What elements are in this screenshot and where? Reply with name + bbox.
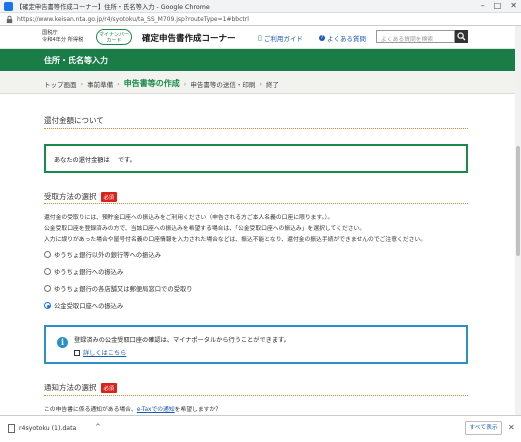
close-download-bar-button[interactable]: ✕	[508, 423, 515, 432]
refund-amount-box: あなたの還付金額は です。	[44, 144, 468, 173]
breadcrumb-step-end: 終了	[265, 80, 279, 89]
radio-button[interactable]	[44, 268, 51, 275]
downloaded-file[interactable]: r4syotoku (1).data	[8, 424, 76, 433]
site-title[interactable]: 確定申告書作成コーナー	[142, 32, 236, 44]
public-account-info-box: i 登録済みの公金受取口座の確認は、マイナポータルから行うことができます。 詳し…	[44, 325, 468, 364]
radio-button[interactable]	[44, 251, 51, 258]
breadcrumb-step-preparation: 事前準備	[87, 80, 114, 89]
breadcrumb-step-create: 申告書等の作成	[123, 79, 180, 88]
notice-method-heading: 通知方法の選択 必須	[44, 382, 118, 393]
mynumber-card-badge: マイナンバー カード	[96, 29, 132, 45]
info-message: 登録済みの公金受取口座の確認は、マイナポータルから行うことができます。	[74, 337, 290, 344]
receipt-description-1: 還付金の受取りには、預貯金口座への振込みをご利用ください（申告される方ご本人名義…	[44, 215, 334, 221]
window-titlebar: 【確定申告書等作成コーナー】住所・氏名等入力 - Google Chrome –…	[0, 0, 521, 13]
page-title-bar: 住所・氏名等入力	[0, 49, 515, 71]
notice-question: この申告書に係る通知がある場合、e-Taxでの通知を希望しますか？	[44, 407, 222, 413]
required-badge: 必須	[100, 191, 118, 202]
agency-label: 国税庁 令和4年分 所得税	[42, 30, 84, 43]
radio-button-selected[interactable]	[44, 302, 51, 309]
receipt-description-2: 公金受取口座を登録済みの方で、当該口座への振込みを希望する場合は、「公金受取口座…	[44, 226, 366, 232]
maximize-button[interactable]: □	[494, 1, 502, 10]
faq-link[interactable]: ? よくある質問	[319, 33, 366, 43]
file-icon	[8, 424, 15, 433]
search-button[interactable]	[455, 30, 468, 43]
minimize-button[interactable]: –	[481, 1, 485, 10]
etax-notice-link[interactable]: e-Taxでの通知	[137, 407, 175, 413]
book-icon: ▯	[258, 34, 262, 42]
main-content: 還付金額について あなたの還付金額は です。 受取方法の選択 必須 還付金の受取…	[0, 95, 515, 415]
breadcrumb: トップ画面 › 事前準備 › 申告書等の作成 › 申告書等の送信・印刷 › 終了	[0, 71, 515, 94]
radio-yucho-transfer[interactable]: ゆうちょ銀行への振込み	[44, 267, 123, 276]
url-text[interactable]: https://www.keisan.nta.go.jp/r4/syotoku/…	[17, 16, 249, 23]
search-icon	[457, 32, 466, 41]
page-title: 住所・氏名等入力	[44, 56, 108, 65]
lock-icon	[6, 15, 13, 24]
receipt-description-3: 入力に誤りがあった場合や屋号付名義の口座情報を入力された場合などは、振込不能とな…	[44, 237, 427, 243]
window-title: 【確定申告書等作成コーナー】住所・氏名等入力 - Google Chrome	[16, 4, 210, 11]
question-icon: ?	[319, 35, 325, 41]
section-divider	[44, 395, 468, 396]
radio-public-account-transfer[interactable]: 公金受取口座への振込み	[44, 301, 123, 310]
radio-button[interactable]	[44, 285, 51, 292]
breadcrumb-step-send-print: 申告書等の送信・印刷	[190, 80, 256, 89]
show-all-button[interactable]: すべて表示	[465, 421, 502, 435]
download-bar: r4syotoku (1).data ^ すべて表示 ✕	[0, 415, 521, 442]
required-badge: 必須	[100, 382, 118, 393]
breadcrumb-separator: ›	[183, 79, 187, 88]
guide-link[interactable]: ▯ ご利用ガイド	[258, 33, 303, 43]
section-divider	[44, 128, 468, 129]
breadcrumb-separator: ›	[117, 79, 120, 88]
site-header: 国税庁 令和4年分 所得税 マイナンバー カード 確定申告書作成コーナー ▯ ご…	[0, 26, 515, 49]
radio-bank-transfer[interactable]: ゆうちょ銀行以外の銀行等への振込み	[44, 250, 161, 259]
breadcrumb-separator: ›	[80, 79, 84, 88]
scrollbar-thumb[interactable]	[516, 146, 520, 256]
refund-heading: 還付金額について	[44, 116, 104, 125]
details-link[interactable]: 詳しくはこちら	[74, 348, 126, 357]
breadcrumb-step-top: トップ画面	[44, 80, 77, 89]
close-window-button[interactable]: ✕	[510, 1, 517, 10]
faq-search-input[interactable]: よくある質問を検索	[376, 30, 455, 43]
download-options-chevron[interactable]: ^	[95, 423, 101, 431]
radio-post-office-pickup[interactable]: ゆうちょ銀行の各店舗又は郵便局窓口での受取り	[44, 284, 193, 293]
info-icon: i	[57, 337, 68, 348]
address-bar[interactable]: https://www.keisan.nta.go.jp/r4/syotoku/…	[0, 13, 521, 26]
refund-amount-text: あなたの還付金額は です。	[54, 157, 136, 164]
external-link-icon	[74, 349, 80, 356]
page-scrollbar[interactable]	[515, 26, 521, 415]
receipt-method-heading: 受取方法の選択 必須	[44, 191, 118, 202]
chrome-tab-icon	[4, 2, 13, 11]
breadcrumb-separator: ›	[259, 79, 262, 88]
section-divider	[44, 203, 468, 204]
